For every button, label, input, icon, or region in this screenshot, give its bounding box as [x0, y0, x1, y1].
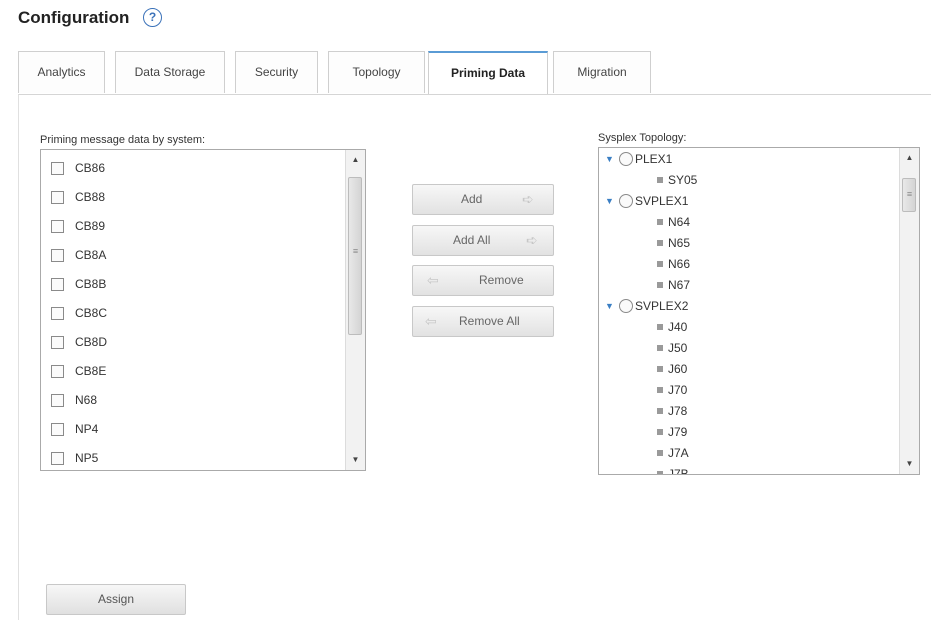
arrow-left-icon: ⇦	[427, 272, 439, 288]
system-checkbox-item[interactable]: CB8E	[51, 361, 106, 381]
expand-arrow-icon[interactable]: ▼	[605, 154, 619, 164]
system-icon	[657, 240, 663, 246]
system-icon	[657, 471, 663, 474]
tab-data-storage[interactable]: Data Storage	[115, 51, 225, 93]
system-checkbox-item[interactable]: NP5	[51, 448, 98, 468]
arrow-left-icon: ⇦	[425, 313, 437, 329]
system-checkbox-item[interactable]: N68	[51, 390, 97, 410]
radio-button[interactable]	[619, 152, 633, 166]
system-checkbox-item[interactable]: CB8C	[51, 303, 107, 323]
grip-icon: ≡	[906, 189, 913, 199]
expand-arrow-icon[interactable]: ▼	[605, 196, 619, 206]
tree-node-system[interactable]: N65	[657, 234, 690, 252]
help-icon[interactable]: ?	[143, 8, 162, 27]
checkbox[interactable]	[51, 190, 64, 204]
system-icon	[657, 366, 663, 372]
scroll-up-icon[interactable]: ▲	[346, 152, 365, 168]
system-checkbox-item[interactable]: CB88	[51, 187, 105, 207]
priming-data-label: Priming message data by system:	[40, 134, 206, 146]
system-icon	[657, 345, 663, 351]
add-all-button[interactable]: Add All ➪	[412, 225, 554, 256]
scrollbar[interactable]: ▲ ≡ ▼	[899, 148, 919, 474]
checkbox[interactable]	[51, 364, 64, 378]
system-checkbox-item[interactable]: CB89	[51, 216, 105, 236]
scrollbar[interactable]: ▲ ≡ ▼	[345, 150, 365, 470]
arrow-right-icon: ➪	[522, 191, 534, 207]
tree-node-system[interactable]: J60	[657, 360, 687, 378]
tab-priming-data[interactable]: Priming Data	[428, 51, 548, 95]
checkbox[interactable]	[51, 161, 64, 175]
system-checkbox-item[interactable]: CB8D	[51, 332, 107, 352]
scroll-up-icon[interactable]: ▲	[900, 150, 919, 166]
tab-topology[interactable]: Topology	[328, 51, 425, 93]
priming-systems-list[interactable]: CB86 CB88 CB89 CB8A CB8B CB8C CB8D CB8E …	[40, 149, 366, 471]
checkbox[interactable]	[51, 219, 64, 233]
tree-node-plex[interactable]: ▼ SVPLEX2	[605, 297, 688, 315]
system-checkbox-item[interactable]: CB8A	[51, 245, 106, 265]
checkbox[interactable]	[51, 277, 64, 291]
scroll-thumb[interactable]: ≡	[348, 177, 362, 335]
checkbox[interactable]	[51, 306, 64, 320]
checkbox[interactable]	[51, 451, 64, 465]
tree-node-system[interactable]: N66	[657, 255, 690, 273]
expand-arrow-icon[interactable]: ▼	[605, 301, 619, 311]
tab-security[interactable]: Security	[235, 51, 318, 93]
tree-node-plex[interactable]: ▼ PLEX1	[605, 150, 672, 168]
system-icon	[657, 408, 663, 414]
scroll-down-icon[interactable]: ▼	[346, 452, 365, 468]
system-icon	[657, 450, 663, 456]
system-checkbox-item[interactable]: CB8B	[51, 274, 106, 294]
scroll-thumb[interactable]: ≡	[902, 178, 916, 212]
sysplex-topology-label: Sysplex Topology:	[598, 132, 687, 144]
tab-analytics[interactable]: Analytics	[18, 51, 105, 93]
system-icon	[657, 261, 663, 267]
tree-node-system[interactable]: J40	[657, 318, 687, 336]
tree-node-system[interactable]: SY05	[657, 171, 697, 189]
arrow-right-icon: ➪	[526, 232, 538, 248]
checkbox[interactable]	[51, 422, 64, 436]
sysplex-topology-tree[interactable]: ▼ PLEX1 SY05 ▼ SVPLEX1 N64 N65 N66 N67 ▼ SV…	[598, 147, 920, 475]
grip-icon: ≡	[352, 246, 359, 256]
tree-node-plex[interactable]: ▼ SVPLEX1	[605, 192, 688, 210]
tree-node-system[interactable]: J7A	[657, 444, 689, 462]
remove-all-button[interactable]: ⇦ Remove All	[412, 306, 554, 337]
tree-node-system[interactable]: J50	[657, 339, 687, 357]
system-checkbox-item[interactable]: CB86	[51, 158, 105, 178]
add-button[interactable]: Add ➪	[412, 184, 554, 215]
system-icon	[657, 387, 663, 393]
system-icon	[657, 324, 663, 330]
checkbox[interactable]	[51, 335, 64, 349]
tree-node-system[interactable]: J7B	[657, 465, 689, 474]
tree-node-system[interactable]: J70	[657, 381, 687, 399]
tab-bar: Analytics Data Storage Security Topology…	[18, 51, 931, 95]
tree-node-system[interactable]: J78	[657, 402, 687, 420]
checkbox[interactable]	[51, 393, 64, 407]
assign-button[interactable]: Assign	[46, 584, 186, 615]
system-checkbox-item[interactable]: NP4	[51, 419, 98, 439]
remove-button[interactable]: ⇦ Remove	[412, 265, 554, 296]
system-icon	[657, 282, 663, 288]
radio-button[interactable]	[619, 299, 633, 313]
tab-migration[interactable]: Migration	[553, 51, 651, 93]
radio-button[interactable]	[619, 194, 633, 208]
tree-node-system[interactable]: N67	[657, 276, 690, 294]
system-icon	[657, 177, 663, 183]
page-title: Configuration	[18, 8, 130, 27]
checkbox[interactable]	[51, 248, 64, 262]
tree-node-system[interactable]: N64	[657, 213, 690, 231]
system-icon	[657, 219, 663, 225]
scroll-down-icon[interactable]: ▼	[900, 456, 919, 472]
tree-node-system[interactable]: J79	[657, 423, 687, 441]
system-icon	[657, 429, 663, 435]
